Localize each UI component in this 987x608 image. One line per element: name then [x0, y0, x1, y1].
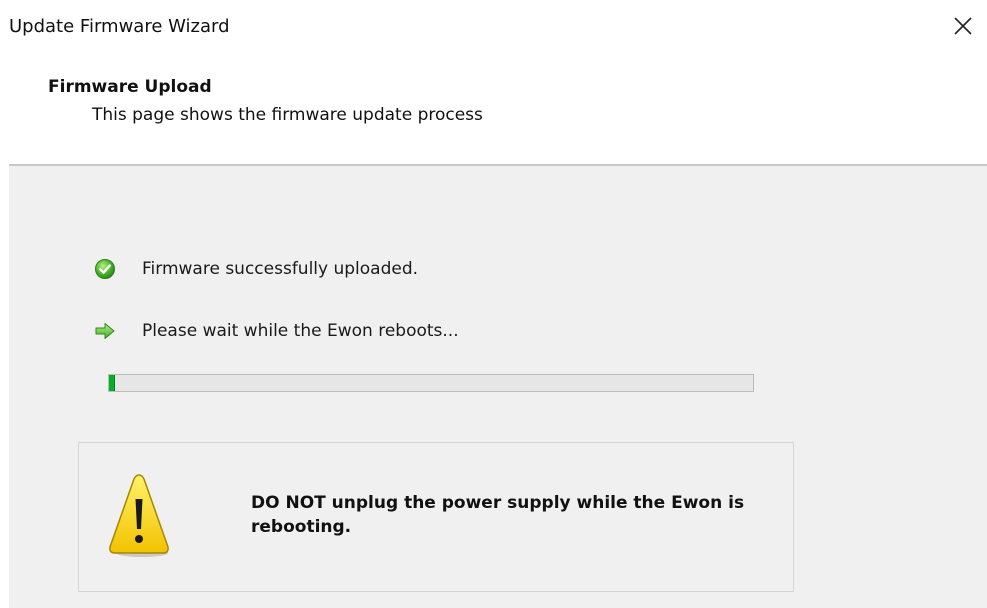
progress-fill	[109, 375, 116, 391]
arrow-right-icon	[95, 323, 115, 339]
check-circle-icon	[95, 259, 115, 279]
close-button[interactable]	[949, 12, 977, 40]
close-icon	[954, 17, 972, 35]
status-label-reboot: Please wait while the Ewon reboots...	[142, 321, 459, 341]
reboot-progress-bar	[108, 374, 754, 392]
warning-message: DO NOT unplug the power supply while the…	[251, 493, 745, 537]
warning-icon	[109, 474, 169, 557]
window-title: Update Firmware Wizard	[9, 16, 230, 37]
update-firmware-wizard-window: Update Firmware Wizard Firmware Upload T…	[0, 0, 987, 608]
title-bar: Update Firmware Wizard	[0, 0, 987, 52]
page-title: Firmware Upload	[48, 77, 212, 97]
status-label-upload: Firmware successfully uploaded.	[142, 259, 419, 279]
page-subtitle: This page shows the firmware update proc…	[92, 105, 483, 125]
status-item-upload: Firmware successfully uploaded.	[94, 256, 418, 282]
status-item-reboot: Please wait while the Ewon reboots...	[94, 318, 459, 344]
warning-panel: DO NOT unplug the power supply while the…	[78, 442, 794, 592]
wizard-content: Firmware successfully uploaded. Please w…	[9, 166, 987, 608]
wizard-header: Firmware Upload This page shows the firm…	[0, 52, 987, 164]
